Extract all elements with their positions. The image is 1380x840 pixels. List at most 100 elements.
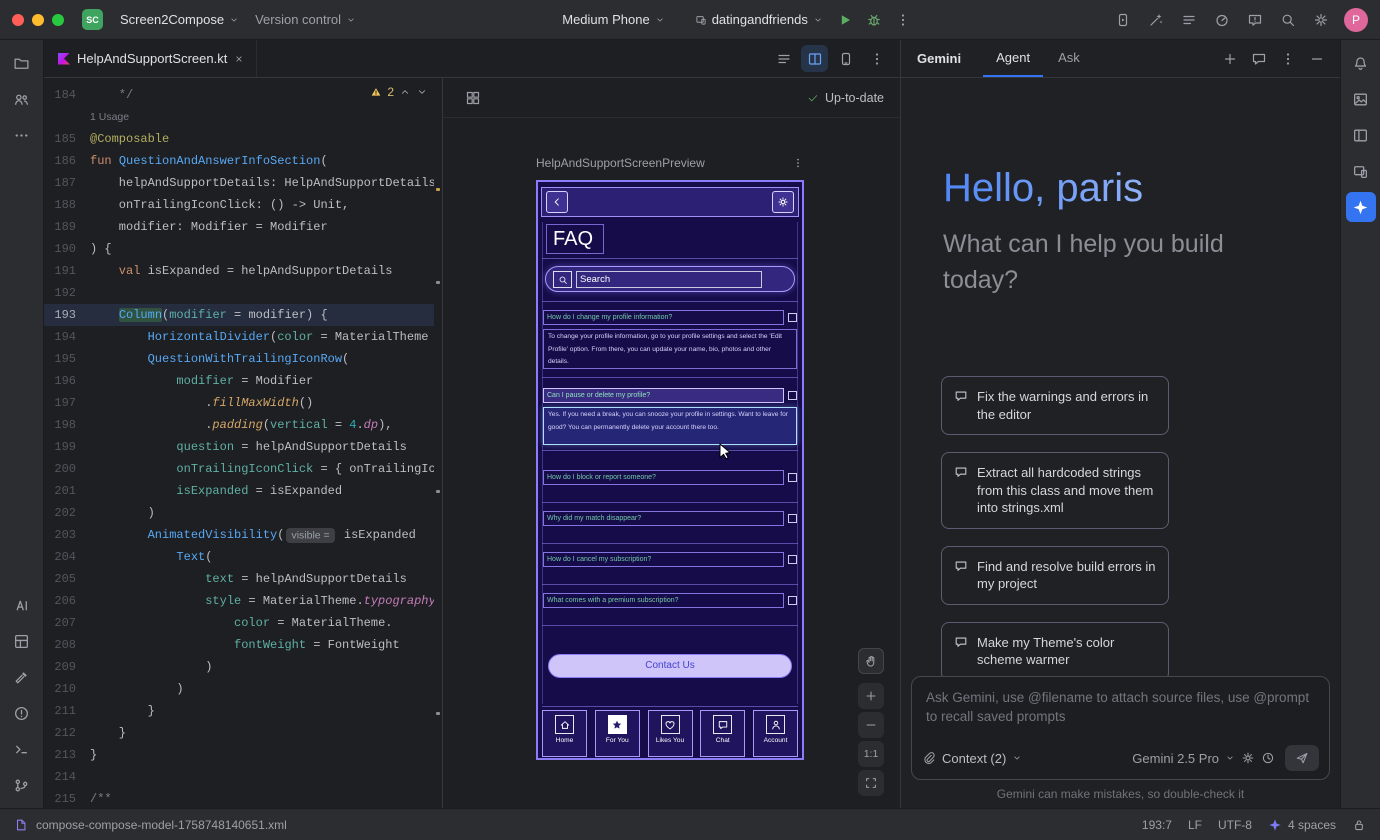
code-line[interactable]: 201 isExpanded = isExpanded	[44, 480, 434, 502]
device-manager-icon[interactable]	[1346, 156, 1376, 186]
nav-account[interactable]: Account	[753, 710, 798, 757]
code-line[interactable]: 188 onTrailingIconClick: () -> Unit,	[44, 194, 434, 216]
suggestion-card[interactable]: Find and resolve build errors in my proj…	[941, 546, 1169, 605]
code-line[interactable]: 208 fontWeight = FontWeight	[44, 634, 434, 656]
model-selector[interactable]: Gemini 2.5 Pro	[1132, 751, 1219, 766]
layout-inspector-icon[interactable]	[1346, 120, 1376, 150]
readonly-lock-icon[interactable]	[1352, 818, 1366, 832]
inspections-widget[interactable]: 2	[370, 85, 428, 99]
expand-icon[interactable]	[788, 514, 797, 523]
search-everywhere-icon[interactable]	[1274, 6, 1301, 33]
more-tool-windows-icon[interactable]	[7, 120, 37, 150]
faq-question[interactable]: Can I pause or delete my profile?	[543, 388, 797, 403]
close-tab-icon[interactable]	[234, 54, 244, 64]
code-line[interactable]: 200 onTrailingIconClick = { onTrailingIc…	[44, 458, 434, 480]
code-line[interactable]: 204 Text(	[44, 546, 434, 568]
code-line[interactable]: 209 )	[44, 656, 434, 678]
prompt-history-icon[interactable]	[1261, 751, 1275, 765]
code-line[interactable]: 192	[44, 282, 434, 304]
project-menu[interactable]: Screen2Compose	[113, 8, 246, 31]
code-line[interactable]: 193 Column(modifier = modifier) {	[44, 304, 434, 326]
version-control-icon[interactable]	[7, 770, 37, 800]
todo-icon[interactable]	[1175, 6, 1202, 33]
terminal-icon[interactable]	[7, 734, 37, 764]
new-chat-icon[interactable]	[1216, 45, 1243, 72]
ai-status-icon[interactable]	[1268, 818, 1282, 832]
code-line[interactable]: 189 modifier: Modifier = Modifier	[44, 216, 434, 238]
zoom-to-fit-icon[interactable]	[858, 770, 884, 796]
project-folder-icon[interactable]	[7, 48, 37, 78]
code-line[interactable]: 213}	[44, 744, 434, 766]
code-line[interactable]: 199 question = helpAndSupportDetails	[44, 436, 434, 458]
suggestion-card[interactable]: Extract all hardcoded strings from this …	[941, 452, 1169, 529]
suggestion-card[interactable]: Fix the warnings and errors in the edito…	[941, 376, 1169, 435]
expand-icon[interactable]	[788, 473, 797, 482]
gemini-settings-icon[interactable]	[1241, 751, 1255, 765]
code-view-icon[interactable]	[770, 45, 797, 72]
device-selector[interactable]: Medium Phone	[555, 8, 671, 31]
nav-home[interactable]: Home	[542, 710, 587, 757]
ai-actions-icon[interactable]	[1142, 6, 1169, 33]
settings-icon[interactable]	[1307, 6, 1334, 33]
translations-editor-icon[interactable]	[7, 590, 37, 620]
profiler-icon[interactable]	[1208, 6, 1235, 33]
debug-button[interactable]	[861, 6, 888, 33]
pan-tool-icon[interactable]	[858, 648, 884, 674]
editor-options-icon[interactable]	[863, 45, 890, 72]
problems-icon[interactable]	[7, 698, 37, 728]
statusbar-file[interactable]: compose-compose-model-1758748140651.xml	[36, 818, 287, 832]
chat-history-icon[interactable]	[1245, 45, 1272, 72]
code-line[interactable]: 202 )	[44, 502, 434, 524]
settings-button[interactable]	[772, 191, 794, 213]
tab-agent[interactable]: Agent	[983, 40, 1043, 77]
prompt-input[interactable]: Ask Gemini, use @filename to attach sour…	[911, 676, 1330, 780]
collaboration-icon[interactable]	[7, 84, 37, 114]
suggestion-card[interactable]: Make my Theme's color scheme warmer	[941, 622, 1169, 681]
more-run-actions-icon[interactable]	[890, 6, 917, 33]
code-line[interactable]: 214	[44, 766, 434, 788]
contact-us-button[interactable]: Contact Us	[548, 654, 792, 678]
app-insights-icon[interactable]	[1241, 6, 1268, 33]
tab-ask[interactable]: Ask	[1045, 40, 1093, 77]
code-line[interactable]: 211 }	[44, 700, 434, 722]
split-view-icon[interactable]	[801, 45, 828, 72]
nav-for-you[interactable]: For You	[595, 710, 640, 757]
code-line[interactable]: 187 helpAndSupportDetails: HelpAndSuppor…	[44, 172, 434, 194]
code-line[interactable]: 198 .padding(vertical = 4.dp),	[44, 414, 434, 436]
preview-layout-icon[interactable]	[459, 84, 486, 111]
expand-icon[interactable]	[788, 555, 797, 564]
faq-question[interactable]: Why did my match disappear?	[543, 511, 797, 526]
send-button[interactable]	[1285, 745, 1319, 771]
faq-question[interactable]: How do I change my profile information?	[543, 310, 797, 325]
faq-question[interactable]: What comes with a premium subscription?	[543, 593, 797, 608]
expand-icon[interactable]	[788, 313, 797, 322]
code-line[interactable]: 190) {	[44, 238, 434, 260]
code-line[interactable]: 210 )	[44, 678, 434, 700]
context-selector[interactable]: Context (2)	[942, 751, 1006, 766]
file-encoding[interactable]: UTF-8	[1218, 818, 1252, 832]
run-config-selector[interactable]: datingandfriends	[688, 8, 830, 31]
code-line[interactable]: 185@Composable	[44, 128, 434, 150]
code-line[interactable]: 206 style = MaterialTheme.typography	[44, 590, 434, 612]
running-devices-icon[interactable]	[1109, 6, 1136, 33]
code-line[interactable]: 1 Usage	[44, 106, 434, 128]
vcs-menu[interactable]: Version control	[248, 8, 363, 31]
avatar[interactable]: P	[1344, 8, 1368, 32]
editor-tab[interactable]: HelpAndSupportScreen.kt	[44, 40, 257, 77]
next-issue-icon[interactable]	[416, 86, 428, 98]
hide-panel-icon[interactable]	[1303, 45, 1330, 72]
code-line[interactable]: 215/**	[44, 788, 434, 808]
code-line[interactable]: 194 HorizontalDivider(color = MaterialTh…	[44, 326, 434, 348]
zoom-out-icon[interactable]	[858, 712, 884, 738]
expand-icon[interactable]	[788, 596, 797, 605]
code-line[interactable]: 191 val isExpanded = helpAndSupportDetai…	[44, 260, 434, 282]
window-minimize-button[interactable]	[32, 14, 44, 26]
indent-style[interactable]: 4 spaces	[1288, 818, 1336, 832]
build-icon[interactable]	[7, 662, 37, 692]
window-close-button[interactable]	[12, 14, 24, 26]
nav-chat[interactable]: Chat	[700, 710, 745, 757]
preview-name[interactable]: HelpAndSupportScreenPreview	[536, 156, 705, 170]
panel-options-icon[interactable]	[1274, 45, 1301, 72]
resource-manager-icon[interactable]	[7, 626, 37, 656]
preview-menu-icon[interactable]	[792, 157, 804, 169]
